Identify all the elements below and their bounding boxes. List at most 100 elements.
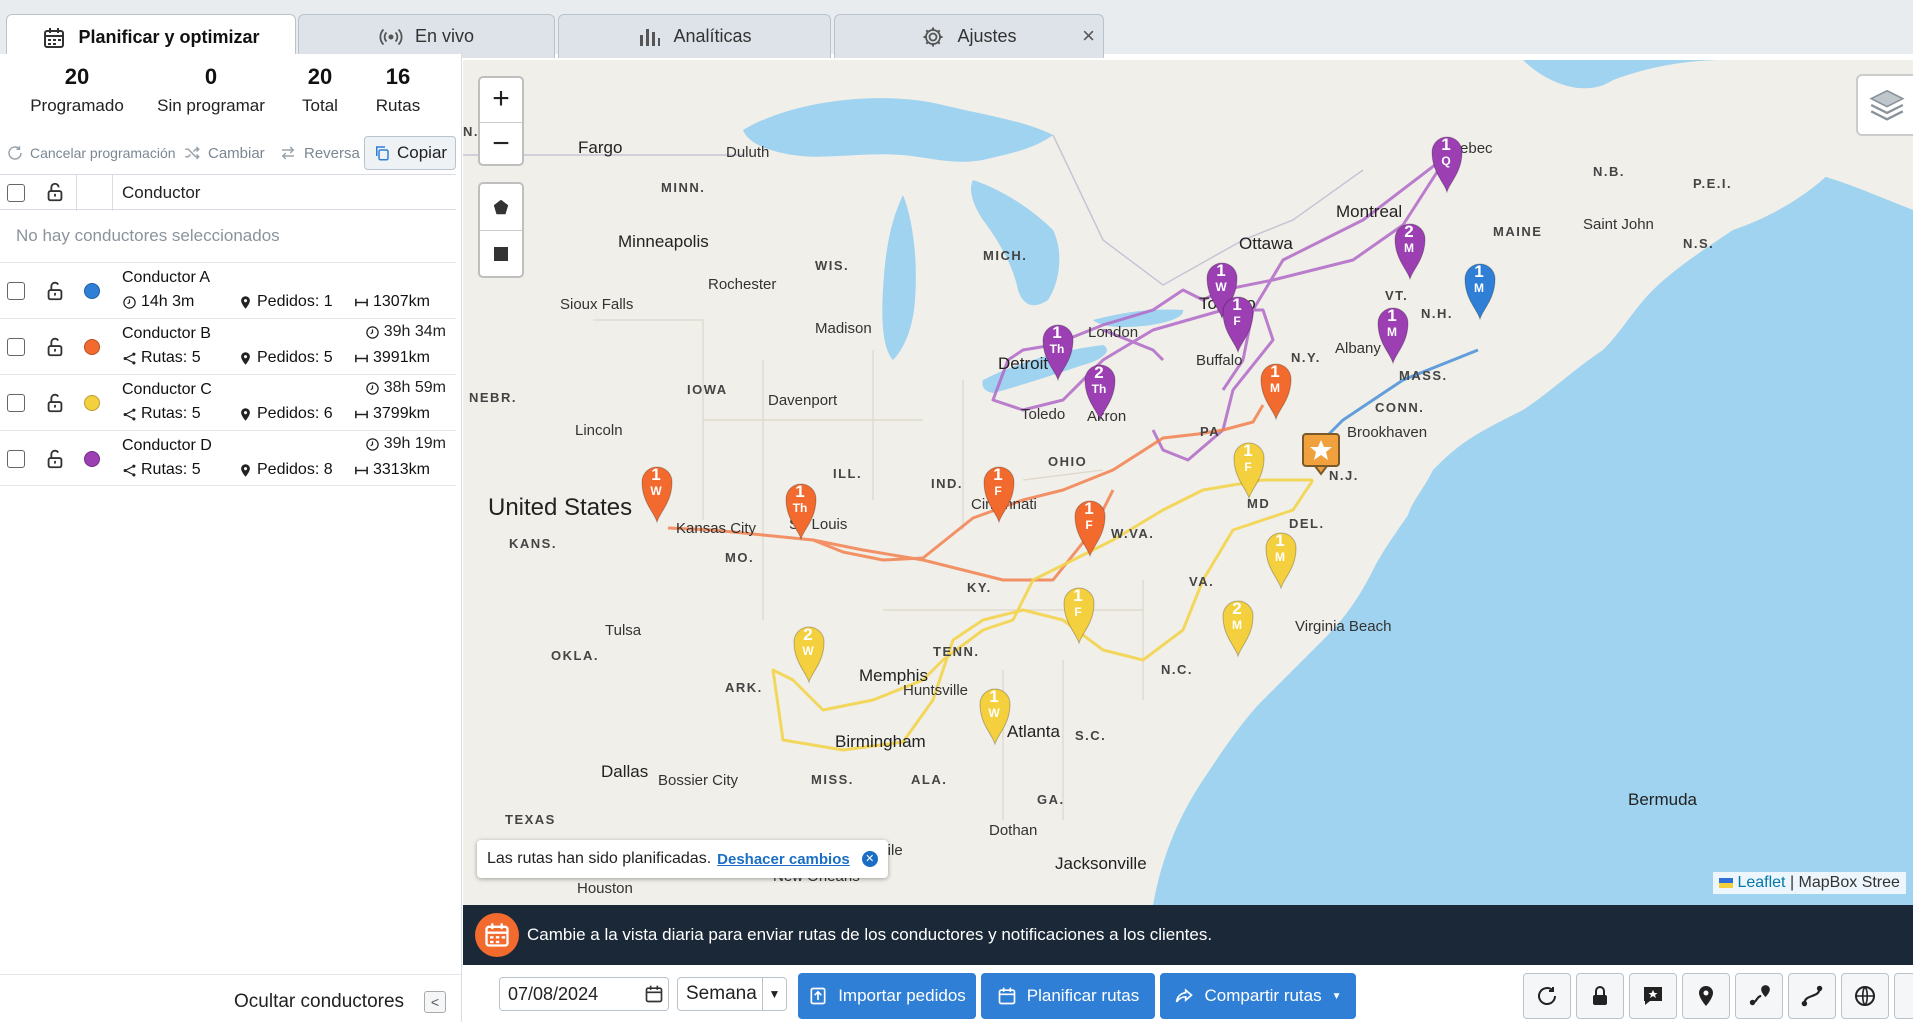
marker-day: M bbox=[1404, 241, 1414, 255]
undo-changes-link[interactable]: Deshacer cambios bbox=[717, 851, 850, 868]
calendar-icon[interactable] bbox=[644, 984, 664, 1004]
date-input[interactable]: 07/08/2024 bbox=[499, 977, 669, 1011]
import-orders-button[interactable]: Importar pedidos bbox=[798, 973, 976, 1019]
map-label-city: Bossier City bbox=[658, 772, 739, 789]
gear-icon bbox=[923, 27, 943, 46]
driver-row[interactable]: Conductor D 39h 19m Rutas: 5 Pedidos: 8 … bbox=[0, 430, 456, 486]
driver-duration-value: 39h 19m bbox=[383, 435, 446, 452]
route-pins-button[interactable] bbox=[1735, 973, 1783, 1019]
driver-checkbox[interactable] bbox=[7, 282, 25, 300]
hide-drivers-bar: Ocultar conductores < bbox=[0, 974, 462, 1022]
route-path-icon bbox=[1801, 985, 1823, 1007]
route-stop-marker[interactable]: 1W bbox=[640, 460, 676, 524]
driver-row[interactable]: Conductor B 39h 34m Rutas: 5 Pedidos: 5 … bbox=[0, 318, 456, 374]
driver-duration: 38h 59m bbox=[365, 379, 446, 397]
empty-selection-note: No hay conductores seleccionados bbox=[16, 226, 280, 245]
routes-planned-toast: Las rutas han sido planificadas. Deshace… bbox=[477, 840, 888, 878]
marker-number: 1 bbox=[651, 465, 661, 484]
globe-button[interactable] bbox=[1841, 973, 1889, 1019]
select-all-checkbox[interactable] bbox=[7, 184, 25, 202]
change-label: Cambiar bbox=[208, 144, 265, 162]
lock-icon[interactable] bbox=[44, 280, 66, 302]
route-stop-marker[interactable]: 1Q bbox=[1430, 130, 1466, 194]
share-routes-label: Compartir rutas bbox=[1204, 986, 1322, 1005]
route-stop-marker[interactable]: 1F bbox=[982, 460, 1018, 524]
change-button[interactable]: Cambiar bbox=[182, 136, 265, 170]
map-label-state: N.B. bbox=[1593, 164, 1625, 179]
driver-distance: 3799km bbox=[354, 405, 430, 423]
driver-checkbox[interactable] bbox=[7, 450, 25, 468]
hide-drivers-label[interactable]: Ocultar conductores bbox=[234, 991, 404, 1013]
driver-row[interactable]: Conductor A 14h 3m Pedidos: 1 1307km bbox=[0, 262, 456, 318]
route-stop-marker[interactable]: 1M bbox=[1259, 357, 1295, 421]
refresh-button[interactable] bbox=[1523, 973, 1571, 1019]
driver-checkbox[interactable] bbox=[7, 394, 25, 412]
chevron-left-icon[interactable]: < bbox=[424, 991, 446, 1013]
tab-settings[interactable]: Ajustes × bbox=[834, 14, 1104, 58]
location-button[interactable] bbox=[1682, 973, 1730, 1019]
share-icon bbox=[1176, 988, 1194, 1003]
route-path-button[interactable] bbox=[1788, 973, 1836, 1019]
depot-marker[interactable] bbox=[1301, 432, 1341, 476]
lock-icon[interactable] bbox=[44, 336, 66, 358]
marker-day: W bbox=[650, 484, 662, 498]
rectangle-tool-button[interactable] bbox=[480, 230, 522, 276]
route-stop-marker[interactable]: 2M bbox=[1221, 594, 1257, 658]
polygon-tool-button[interactable] bbox=[480, 184, 522, 230]
zoom-in-button[interactable]: + bbox=[480, 78, 522, 122]
route-stop-marker[interactable]: 1F bbox=[1232, 436, 1268, 500]
route-stop-marker[interactable]: 1F bbox=[1221, 290, 1257, 354]
tab-live[interactable]: En vivo bbox=[298, 14, 555, 58]
map-label-city: Saint John bbox=[1583, 216, 1654, 233]
route-stop-marker[interactable]: 1F bbox=[1073, 494, 1109, 558]
plan-routes-label: Planificar rutas bbox=[1026, 986, 1140, 1005]
zoom-out-button[interactable]: − bbox=[480, 122, 522, 166]
share-routes-button[interactable]: Compartir rutas ▼ bbox=[1160, 973, 1356, 1019]
driver-routes-value: Rutas: 5 bbox=[141, 405, 201, 422]
period-select[interactable]: Semana ▼ bbox=[677, 977, 787, 1011]
route-stop-marker[interactable]: 1M bbox=[1376, 301, 1412, 365]
map-label-city: Birmingham bbox=[835, 732, 926, 751]
distance-icon bbox=[355, 466, 368, 474]
close-icon[interactable]: × bbox=[1082, 25, 1095, 47]
driver-name: Conductor C bbox=[122, 381, 212, 398]
route-stop-marker[interactable]: 1M bbox=[1463, 257, 1499, 321]
close-icon[interactable]: ✕ bbox=[861, 851, 878, 867]
leaflet-link[interactable]: Leaflet bbox=[1737, 874, 1785, 891]
route-stop-marker[interactable]: 1 Th bbox=[1041, 318, 1077, 382]
broadcast-icon bbox=[379, 28, 403, 45]
lock-icon[interactable] bbox=[44, 392, 66, 414]
plan-routes-button[interactable]: Planificar rutas bbox=[981, 973, 1155, 1019]
driver-checkbox[interactable] bbox=[7, 338, 25, 356]
map-label-state: CONN. bbox=[1375, 400, 1425, 415]
route-icon bbox=[123, 408, 136, 420]
cancel-schedule-button[interactable]: Cancelar programación bbox=[6, 136, 176, 170]
route-map[interactable]: Fargo Duluth MINN. Minneapolis WIS. MICH… bbox=[463, 60, 1913, 905]
route-stop-marker[interactable]: 1W bbox=[978, 682, 1014, 746]
map-label-state: MO. bbox=[725, 550, 755, 565]
drivers-panel: 20 Programado 0 Sin programar 20 Total 1… bbox=[0, 54, 462, 1022]
polygon-icon bbox=[493, 199, 509, 215]
map-label-state: MINN. bbox=[661, 180, 706, 195]
marker-number: 1 bbox=[1441, 135, 1451, 154]
lock-icon[interactable] bbox=[44, 448, 66, 470]
route-stop-marker[interactable]: 2M bbox=[1393, 217, 1429, 281]
lock-button[interactable] bbox=[1576, 973, 1624, 1019]
lock-icon[interactable] bbox=[44, 181, 66, 203]
driver-duration: 14h 3m bbox=[122, 293, 194, 311]
layers-button[interactable] bbox=[1856, 74, 1913, 136]
route-stop-marker[interactable]: 2 Th bbox=[1083, 358, 1119, 422]
driver-row[interactable]: Conductor C 38h 59m Rutas: 5 Pedidos: 6 … bbox=[0, 374, 456, 430]
reverse-button[interactable]: Reversa bbox=[278, 136, 360, 170]
tab-analytics[interactable]: Analíticas bbox=[558, 14, 831, 58]
marker-day: Th bbox=[1049, 342, 1065, 356]
marker-number: 1 bbox=[795, 482, 805, 501]
marker-day: F bbox=[994, 484, 1002, 498]
route-stop-marker[interactable]: 1M bbox=[1264, 526, 1300, 590]
copy-button[interactable]: Copiar bbox=[364, 136, 457, 170]
message-button[interactable] bbox=[1629, 973, 1677, 1019]
route-stop-marker[interactable]: 2W bbox=[792, 620, 828, 684]
route-stop-marker[interactable]: 1F bbox=[1062, 581, 1098, 645]
route-stop-marker[interactable]: 1 Th bbox=[784, 477, 820, 541]
more-button[interactable] bbox=[1894, 973, 1913, 1019]
